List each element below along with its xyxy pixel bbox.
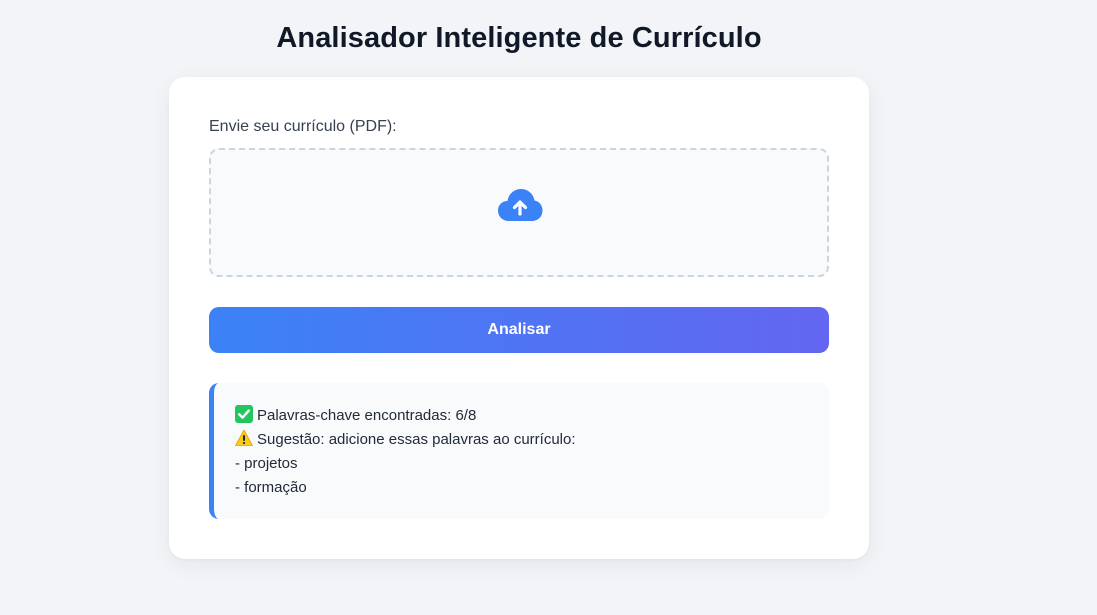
suggestion-line: Sugestão: adicione essas palavras ao cur…: [235, 428, 809, 452]
result-panel: Palavras-chave encontradas: 6/8 Sugestão…: [209, 383, 829, 519]
analyzer-card: Envie seu currículo (PDF): Analisar Pala…: [169, 77, 869, 559]
upload-label: Envie seu currículo (PDF):: [209, 118, 397, 135]
file-dropzone[interactable]: [209, 148, 829, 277]
cloud-upload-icon: [498, 189, 543, 221]
keywords-found-text: Palavras-chave encontradas: 6/8: [257, 407, 477, 424]
warning-icon: [235, 429, 253, 446]
page-title: Analisador Inteligente de Currículo: [276, 22, 762, 54]
missing-keyword-item: - projetos: [235, 455, 298, 472]
check-mark-icon: [235, 405, 253, 423]
analyze-button[interactable]: Analisar: [209, 307, 829, 353]
keywords-found-line: Palavras-chave encontradas: 6/8: [235, 404, 809, 428]
missing-keyword-item: - formação: [235, 479, 307, 496]
suggestion-text: Sugestão: adicione essas palavras ao cur…: [257, 431, 576, 448]
